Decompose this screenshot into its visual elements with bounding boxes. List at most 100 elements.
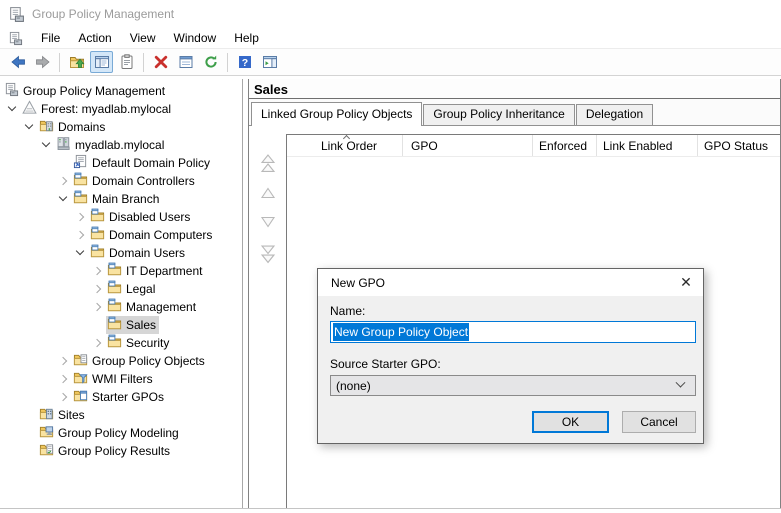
- show-action-pane-button[interactable]: [258, 51, 281, 73]
- column-header-label: GPO: [411, 139, 438, 153]
- gpo-folder-icon: [73, 352, 88, 370]
- chevron-placeholder: [56, 154, 72, 172]
- tree-item-sites[interactable]: Sites: [0, 406, 242, 424]
- tree-item-group-policy-results[interactable]: Group Policy Results: [0, 442, 242, 460]
- chevron-collapsed-icon[interactable]: [90, 298, 106, 316]
- tree-item-disabled-users[interactable]: Disabled Users: [0, 208, 242, 226]
- cancel-button[interactable]: Cancel: [622, 411, 696, 433]
- delete-button[interactable]: [149, 51, 172, 73]
- tree-item-domain-computers[interactable]: Domain Computers: [0, 226, 242, 244]
- chevron-expanded-icon[interactable]: [22, 118, 38, 136]
- title-bar: Group Policy Management: [0, 0, 781, 28]
- show-console-tree-button[interactable]: [90, 51, 113, 73]
- column-header-gpo-status[interactable]: GPO Status: [698, 135, 780, 156]
- tree-item-label: Forest: myadlab.mylocal: [41, 102, 172, 116]
- domain-icon: [56, 136, 71, 154]
- tree-item-main-branch[interactable]: Main Branch: [0, 190, 242, 208]
- tree-item-sales[interactable]: Sales: [0, 316, 242, 334]
- tree-node: Disabled Users: [89, 208, 193, 226]
- menu-help[interactable]: Help: [225, 28, 268, 49]
- export-list-button[interactable]: [115, 51, 138, 73]
- column-header-enforced[interactable]: Enforced: [533, 135, 597, 156]
- back-button[interactable]: [6, 51, 29, 73]
- menu-window[interactable]: Window: [165, 28, 226, 49]
- tree-item-management[interactable]: Management: [0, 298, 242, 316]
- tree-item-group-policy-modeling[interactable]: Group Policy Modeling: [0, 424, 242, 442]
- tree-item-domain-users[interactable]: Domain Users: [0, 244, 242, 262]
- move-to-top-button[interactable]: [259, 154, 277, 173]
- tab-group-policy-inheritance[interactable]: Group Policy Inheritance: [423, 104, 575, 125]
- name-label: Name:: [330, 304, 366, 318]
- tab-linked-group-policy-objects[interactable]: Linked Group Policy Objects: [251, 102, 423, 126]
- menu-view[interactable]: View: [121, 28, 165, 49]
- properties-icon: [178, 54, 194, 70]
- forest-icon: [22, 100, 37, 118]
- chevron-collapsed-icon[interactable]: [90, 334, 106, 352]
- chevron-expanded-icon[interactable]: [56, 190, 72, 208]
- tree-item-default-domain-policy[interactable]: Default Domain Policy: [0, 154, 242, 172]
- tree-item-domain-controllers[interactable]: Domain Controllers: [0, 172, 242, 190]
- chevron-expanded-icon[interactable]: [39, 136, 55, 154]
- dialog-body: Name: New Group Policy Object Source Sta…: [318, 296, 703, 443]
- chevron-collapsed-icon[interactable]: [73, 226, 89, 244]
- chevron-collapsed-icon[interactable]: [56, 172, 72, 190]
- new-gpo-dialog: New GPO ✕ Name: New Group Policy Object …: [317, 268, 704, 444]
- tree-node: Management: [106, 298, 199, 316]
- forward-button[interactable]: [31, 51, 54, 73]
- chevron-collapsed-icon[interactable]: [56, 370, 72, 388]
- tree-item-label: Sites: [58, 408, 85, 422]
- close-icon[interactable]: ✕: [669, 274, 703, 291]
- column-header-link-order[interactable]: Link Order: [287, 135, 403, 156]
- delete-x-icon: [153, 54, 169, 70]
- gpo-name-input[interactable]: New Group Policy Object: [330, 321, 696, 343]
- chevron-collapsed-icon[interactable]: [56, 388, 72, 406]
- tree-item-legal[interactable]: Legal: [0, 280, 242, 298]
- move-to-bottom-button[interactable]: [259, 245, 277, 264]
- chevron-placeholder: [22, 424, 38, 442]
- chevron-expanded-icon[interactable]: [5, 100, 21, 118]
- tree-item-security[interactable]: Security: [0, 334, 242, 352]
- tree-node: Security: [106, 334, 172, 352]
- refresh-button[interactable]: [199, 51, 222, 73]
- wmi-icon: [73, 370, 88, 388]
- column-header-link-enabled[interactable]: Link Enabled: [597, 135, 698, 156]
- selected-text: New Group Policy Object: [333, 323, 470, 341]
- chevron-placeholder: [22, 406, 38, 424]
- tree-item-it-department[interactable]: IT Department: [0, 262, 242, 280]
- tree-node: Group Policy Results: [38, 442, 173, 460]
- chevron-collapsed-icon[interactable]: [73, 208, 89, 226]
- tree-node: Group Policy Objects: [72, 352, 208, 370]
- tree-item-domains[interactable]: Domains: [0, 118, 242, 136]
- sites-icon: [39, 406, 54, 424]
- tree-item-starter-gpos[interactable]: Starter GPOs: [0, 388, 242, 406]
- chevron-expanded-icon[interactable]: [73, 244, 89, 262]
- move-down-button[interactable]: [259, 216, 277, 228]
- tree-item-group-policy-objects[interactable]: Group Policy Objects: [0, 352, 242, 370]
- tree-item-forest-myadlab-mylocal[interactable]: Forest: myadlab.mylocal: [0, 100, 242, 118]
- ok-button[interactable]: OK: [532, 411, 609, 433]
- tree-node: Group Policy Modeling: [38, 424, 182, 442]
- gpmc-icon: [4, 82, 19, 100]
- source-starter-gpo-select[interactable]: (none): [330, 375, 696, 396]
- up-one-level-button[interactable]: [65, 51, 88, 73]
- tree-item-myadlab-mylocal[interactable]: myadlab.mylocal: [0, 136, 242, 154]
- menu-bar: File Action View Window Help: [0, 28, 781, 49]
- column-header-label: GPO Status: [704, 139, 769, 153]
- chevron-collapsed-icon[interactable]: [56, 352, 72, 370]
- ou-icon: [73, 172, 88, 190]
- chevron-collapsed-icon[interactable]: [90, 280, 106, 298]
- move-up-button[interactable]: [259, 187, 277, 199]
- tree-item-label: Domain Computers: [109, 228, 213, 242]
- tree-item-wmi-filters[interactable]: WMI Filters: [0, 370, 242, 388]
- chevron-collapsed-icon[interactable]: [90, 262, 106, 280]
- column-header-gpo[interactable]: GPO: [403, 135, 533, 156]
- app-icon: [8, 6, 25, 23]
- tree-item-group-policy-management[interactable]: Group Policy Management: [0, 82, 242, 100]
- menu-action[interactable]: Action: [69, 28, 120, 49]
- properties-button[interactable]: [174, 51, 197, 73]
- tab-delegation[interactable]: Delegation: [575, 104, 654, 125]
- ou-icon: [107, 280, 122, 298]
- help-button[interactable]: [233, 51, 256, 73]
- menu-file[interactable]: File: [32, 28, 69, 49]
- folder-up-icon: [69, 54, 85, 70]
